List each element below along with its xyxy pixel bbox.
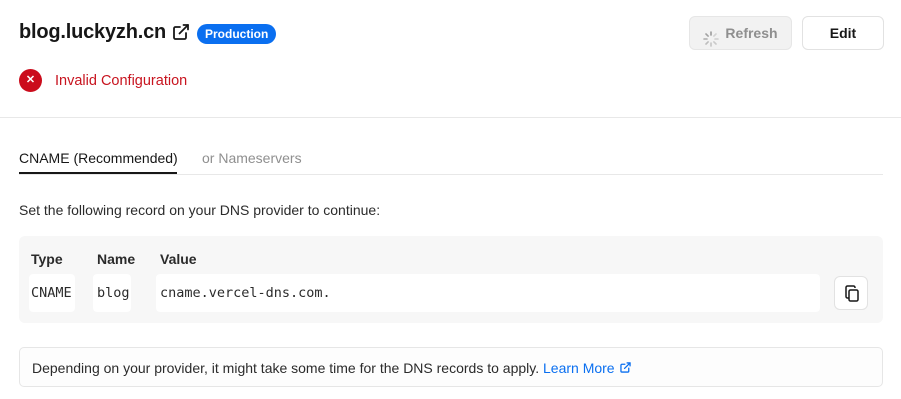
- learn-more-label: Learn More: [543, 360, 615, 376]
- propagation-note: Depending on your provider, it might tak…: [19, 347, 883, 387]
- refresh-label: Refresh: [725, 25, 778, 41]
- dns-record-table: Type Name Value CNAME blog cname.vercel-…: [19, 236, 883, 323]
- domain-title: blog.luckyzh.cn: [19, 21, 167, 43]
- loading-spinner-icon: [703, 26, 719, 47]
- dns-tabs: CNAME (Recommended) or Nameservers: [19, 140, 883, 175]
- record-name: blog: [97, 285, 130, 301]
- external-link-icon[interactable]: [171, 22, 191, 42]
- tab-cname[interactable]: CNAME (Recommended): [19, 150, 178, 166]
- copy-icon: [845, 285, 859, 302]
- external-link-icon: [619, 362, 631, 373]
- x-circle-icon: ✕: [19, 69, 42, 92]
- note-text: Depending on your provider, it might tak…: [32, 360, 632, 376]
- column-header-type: Type: [31, 251, 63, 267]
- column-header-value: Value: [160, 251, 197, 267]
- tab-nameservers[interactable]: or Nameservers: [202, 150, 302, 166]
- production-badge: Production: [197, 24, 277, 44]
- column-header-name: Name: [97, 251, 136, 267]
- active-tab-indicator: [19, 172, 177, 174]
- status-text: Invalid Configuration: [55, 73, 188, 89]
- instruction-text: Set the following record on your DNS pro…: [19, 202, 381, 218]
- learn-more-link[interactable]: Learn More: [543, 360, 632, 376]
- section-divider: [0, 117, 901, 118]
- record-value: cname.vercel-dns.com.: [160, 285, 331, 301]
- edit-button[interactable]: Edit: [802, 16, 884, 50]
- domain-header: blog.luckyzh.cn Production Refresh Edit: [19, 16, 884, 50]
- record-type: CNAME: [31, 285, 72, 301]
- note-message: Depending on your provider, it might tak…: [32, 360, 540, 376]
- refresh-button[interactable]: Refresh: [689, 16, 792, 50]
- copy-button[interactable]: [834, 276, 868, 310]
